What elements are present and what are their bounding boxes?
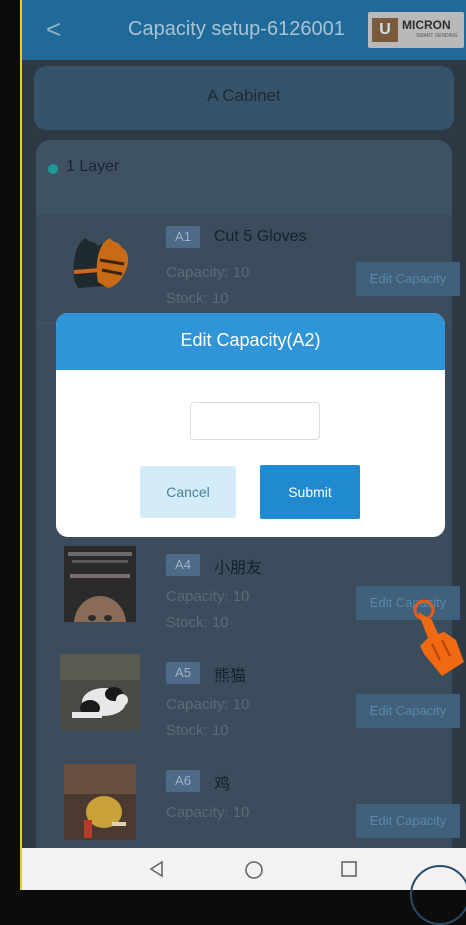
capacity-value: Capacity: 10 xyxy=(166,696,250,713)
cabinet-panel: A Cabinet xyxy=(34,66,454,130)
edit-capacity-button[interactable]: Edit Capacity xyxy=(356,262,460,296)
brand-logo: U MICRON SMART VENDING xyxy=(368,12,464,48)
slot-row: A6 鸡 Capacity: 10 Edit Capacity xyxy=(36,758,460,848)
stock-value: Stock: 10 xyxy=(166,722,229,739)
slot-code: A1 xyxy=(166,226,200,248)
product-name: 小朋友 xyxy=(214,560,263,577)
triangle-back-icon[interactable] xyxy=(148,860,166,883)
cancel-button[interactable]: Cancel xyxy=(140,466,236,518)
dialog-header: Edit Capacity(A2) xyxy=(56,313,445,370)
logo-text: MICRON xyxy=(402,18,451,32)
product-name: 鸡 xyxy=(214,776,231,793)
page-title: Capacity setup-6126001 xyxy=(128,18,345,40)
hand-pointer-icon xyxy=(398,598,466,682)
stock-value: Stock: 10 xyxy=(166,290,229,307)
stock-value: Stock: 10 xyxy=(166,614,229,631)
floating-touch-indicator xyxy=(410,865,466,925)
app-header: < Capacity setup-6126001 U MICRON SMART … xyxy=(22,0,466,60)
edit-capacity-dialog: Edit Capacity(A2) Cancel Submit xyxy=(56,313,445,537)
logo-subtext: SMART VENDING xyxy=(416,33,458,39)
slot-code: A5 xyxy=(166,662,200,684)
slot-row: A1 Cut 5 Gloves Capacity: 10 Stock: 10 E… xyxy=(36,214,460,322)
back-icon[interactable]: < xyxy=(46,14,61,44)
product-thumbnail-panda xyxy=(60,654,140,730)
square-recent-icon[interactable] xyxy=(340,860,358,883)
slot-row: A4 小朋友 Capacity: 10 Stock: 10 Edit Capac… xyxy=(36,542,460,650)
edit-capacity-button[interactable]: Edit Capacity xyxy=(356,694,460,728)
slot-code: A6 xyxy=(166,770,200,792)
submit-button[interactable]: Submit xyxy=(260,465,360,519)
layer-label: 1 Layer xyxy=(66,158,120,175)
product-name: 熊猫 xyxy=(214,668,247,685)
slot-code: A4 xyxy=(166,554,200,576)
product-name: Cut 5 Gloves xyxy=(214,228,307,245)
capacity-value: Capacity: 10 xyxy=(166,264,250,281)
capacity-value: Capacity: 10 xyxy=(166,804,250,821)
dialog-title: Edit Capacity(A2) xyxy=(180,330,321,350)
capacity-value: Capacity: 10 xyxy=(166,588,250,605)
slot-row: A5 熊猫 Capacity: 10 Stock: 10 Edit Capaci… xyxy=(36,650,460,758)
system-nav-bar xyxy=(22,848,466,890)
cabinet-title: A Cabinet xyxy=(207,86,281,105)
product-thumbnail-gloves xyxy=(64,220,136,296)
logo-mark: U xyxy=(372,18,398,42)
circle-home-icon[interactable] xyxy=(244,860,264,885)
app-screen: < Capacity setup-6126001 U MICRON SMART … xyxy=(22,0,466,890)
edit-capacity-button[interactable]: Edit Capacity xyxy=(356,804,460,838)
product-thumbnail-child xyxy=(64,546,136,622)
product-thumbnail-chicken xyxy=(64,764,136,840)
capacity-input[interactable] xyxy=(190,402,320,440)
layer-status-dot xyxy=(48,164,58,174)
